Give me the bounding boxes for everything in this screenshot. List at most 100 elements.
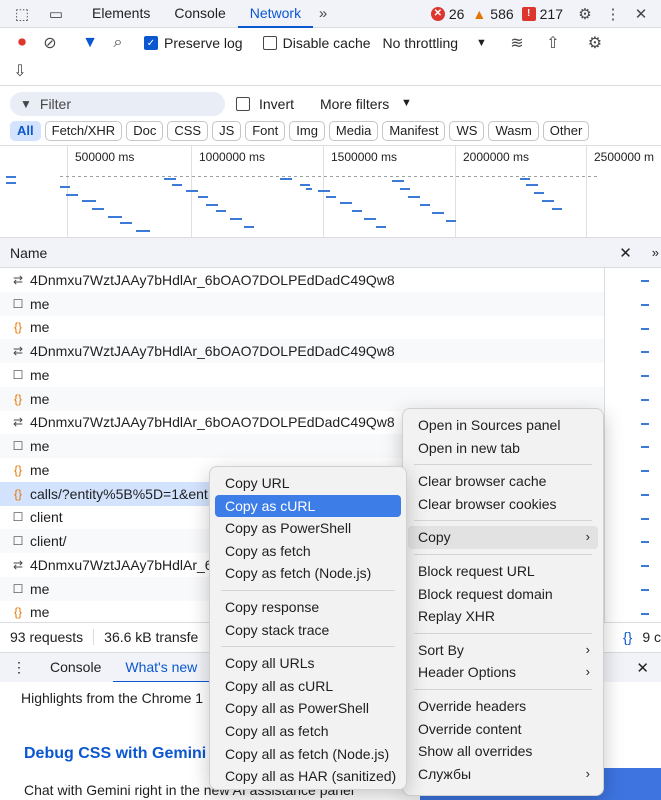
menu-item-copy-all-urls[interactable]: Copy all URLs: [215, 652, 401, 675]
import-har-icon[interactable]: ⇧: [539, 29, 567, 57]
more-filters-chevron-icon[interactable]: ▼: [401, 97, 412, 109]
name-column-header[interactable]: Name: [0, 245, 619, 261]
menu-item-copy-all-as-powershell[interactable]: Copy all as PowerShell: [215, 697, 401, 720]
fetch-xhr-icon: ⇄: [12, 272, 24, 287]
preserve-log-checkbox[interactable]: ✓: [144, 36, 158, 50]
overview-baseline: [552, 176, 555, 177]
menu-item-clear-browser-cookies[interactable]: Clear browser cookies: [408, 493, 598, 516]
tab-elements[interactable]: Elements: [80, 0, 162, 28]
menu-item-override-headers[interactable]: Override headers: [408, 695, 598, 718]
menu-item-replay-xhr[interactable]: Replay XHR: [408, 605, 598, 628]
error-badge[interactable]: ✕ 26: [430, 6, 464, 22]
more-columns-icon[interactable]: »: [652, 245, 659, 260]
menu-item-службы[interactable]: Службы ›: [408, 763, 598, 786]
type-filter-wasm[interactable]: Wasm: [488, 121, 539, 141]
menu-item-clear-browser-cache[interactable]: Clear browser cache: [408, 470, 598, 493]
type-filter-other[interactable]: Other: [542, 121, 590, 141]
drawer-tab-whats-new[interactable]: What's new: [113, 653, 210, 683]
overview-baseline: [108, 176, 111, 177]
menu-item-block-request-domain[interactable]: Block request domain: [408, 583, 598, 606]
overview-request-bar: [552, 208, 562, 210]
menu-item-copy-as-fetch[interactable]: Copy as fetch: [215, 540, 401, 563]
type-filter-manifest[interactable]: Manifest: [382, 121, 446, 141]
menu-item-label: Copy all URLs: [225, 655, 315, 672]
close-drawer-icon[interactable]: ✕: [636, 659, 649, 677]
type-filter-ws[interactable]: WS: [449, 121, 485, 141]
request-row[interactable]: {} me: [0, 316, 604, 340]
overview-request-bar: [534, 192, 544, 194]
feature-heading[interactable]: Debug CSS with Gemini: [24, 745, 206, 763]
request-row[interactable]: ☐ me: [0, 291, 604, 316]
clear-icon[interactable]: ⊘: [36, 29, 64, 57]
menu-item-header-options[interactable]: Header Options ›: [408, 661, 598, 684]
filter-funnel-icon[interactable]: ▼: [76, 29, 104, 57]
tab-network[interactable]: Network: [237, 0, 314, 28]
menu-item-label: Copy all as HAR (sanitized): [225, 768, 397, 785]
throttling-select[interactable]: No throttling: [383, 35, 458, 51]
menu-item-copy-response[interactable]: Copy response: [215, 596, 401, 619]
menu-item-override-content[interactable]: Override content: [408, 718, 598, 741]
menu-item-block-request-url[interactable]: Block request URL: [408, 560, 598, 583]
record-button[interactable]: ⏺: [8, 29, 36, 57]
overview-tick-label: 1500000 ms: [331, 150, 398, 164]
pretty-print-icon[interactable]: {}: [617, 629, 638, 645]
type-filter-media[interactable]: Media: [328, 121, 379, 141]
kebab-menu-icon[interactable]: ⋮: [603, 4, 623, 24]
filter-input[interactable]: ▼ Filter: [10, 92, 225, 116]
type-filter-css[interactable]: CSS: [167, 121, 209, 141]
request-row[interactable]: {} me: [0, 386, 604, 411]
settings-gear-icon[interactable]: ⚙: [575, 4, 595, 24]
request-row[interactable]: ☐ me: [0, 363, 604, 387]
waterfall-bar: [641, 470, 649, 472]
menu-item-copy-all-as-har-sanitized[interactable]: Copy all as HAR (sanitized): [215, 765, 401, 788]
disable-cache-checkbox[interactable]: [262, 36, 277, 50]
request-table-header: Name ✕ »: [0, 238, 661, 268]
menu-item-copy-all-as-curl[interactable]: Copy all as cURL: [215, 675, 401, 698]
inspect-element-icon[interactable]: ⬚: [12, 4, 32, 24]
menu-item-show-all-overrides[interactable]: Show all overrides: [408, 740, 598, 763]
type-filter-js[interactable]: JS: [212, 121, 242, 141]
type-filter-font[interactable]: Font: [245, 121, 286, 141]
type-filter-fetchxhr[interactable]: Fetch/XHR: [44, 121, 123, 141]
overview-request-bar: [164, 178, 176, 180]
type-filter-img[interactable]: Img: [289, 121, 325, 141]
type-filter-all[interactable]: All: [10, 121, 41, 141]
close-panel-icon[interactable]: ✕: [619, 244, 632, 262]
device-toolbar-icon[interactable]: ▭: [46, 4, 66, 24]
network-overview[interactable]: 500000 ms 1000000 ms 1500000 ms 2000000 ms 2…: [0, 146, 661, 238]
close-devtools-icon[interactable]: ✕: [631, 4, 651, 24]
menu-item-copy-as-powershell[interactable]: Copy as PowerShell: [215, 517, 401, 540]
menu-item-copy-as-curl[interactable]: Copy as cURL: [215, 494, 401, 518]
request-row[interactable]: ⇄ 4Dnmxu7WztJAAy7bHdlAr_6bOAO7DOLPEdDadC4…: [0, 339, 604, 363]
invert-checkbox[interactable]: [236, 97, 250, 111]
menu-item-copy-as-fetch-node-js[interactable]: Copy as fetch (Node.js): [215, 562, 401, 585]
drawer-tab-console[interactable]: Console: [38, 653, 113, 683]
tab-console[interactable]: Console: [162, 0, 237, 28]
menu-item-copy-url[interactable]: Copy URL: [215, 472, 401, 495]
more-filters-dropdown[interactable]: More filters: [320, 96, 389, 112]
menu-item-copy-all-as-fetch-node-js[interactable]: Copy all as fetch (Node.js): [215, 743, 401, 766]
invert-label: Invert: [259, 96, 295, 112]
menu-item-sort-by[interactable]: Sort By ›: [408, 639, 598, 662]
menu-item-open-in-new-tab[interactable]: Open in new tab: [408, 437, 598, 460]
drawer-menu-icon[interactable]: ⋮: [0, 659, 38, 676]
waterfall-column: [604, 268, 661, 622]
export-har-icon[interactable]: ⇩: [6, 57, 34, 85]
throttling-dropdown-icon[interactable]: ▼: [476, 37, 487, 49]
more-tabs-icon[interactable]: »: [313, 4, 333, 24]
network-settings-icon[interactable]: ⚙: [581, 29, 609, 57]
issues-badge[interactable]: ! 217: [521, 6, 563, 22]
overview-baseline: [198, 176, 201, 177]
network-conditions-icon[interactable]: ≋: [503, 29, 531, 57]
overview-request-bar: [420, 204, 430, 206]
search-icon[interactable]: ⌕: [104, 29, 132, 57]
overview-baseline: [294, 176, 297, 177]
request-row[interactable]: ⇄ 4Dnmxu7WztJAAy7bHdlAr_6bOAO7DOLPEdDadC4…: [0, 268, 604, 292]
menu-item-copy[interactable]: Copy ›: [408, 526, 598, 549]
menu-item-open-in-sources-panel[interactable]: Open in Sources panel: [408, 414, 598, 437]
type-filter-doc[interactable]: Doc: [126, 121, 164, 141]
menu-item-copy-all-as-fetch[interactable]: Copy all as fetch: [215, 720, 401, 743]
warning-badge[interactable]: ▲ 586: [472, 6, 513, 22]
submenu-chevron-icon: ›: [585, 664, 590, 680]
menu-item-copy-stack-trace[interactable]: Copy stack trace: [215, 619, 401, 642]
